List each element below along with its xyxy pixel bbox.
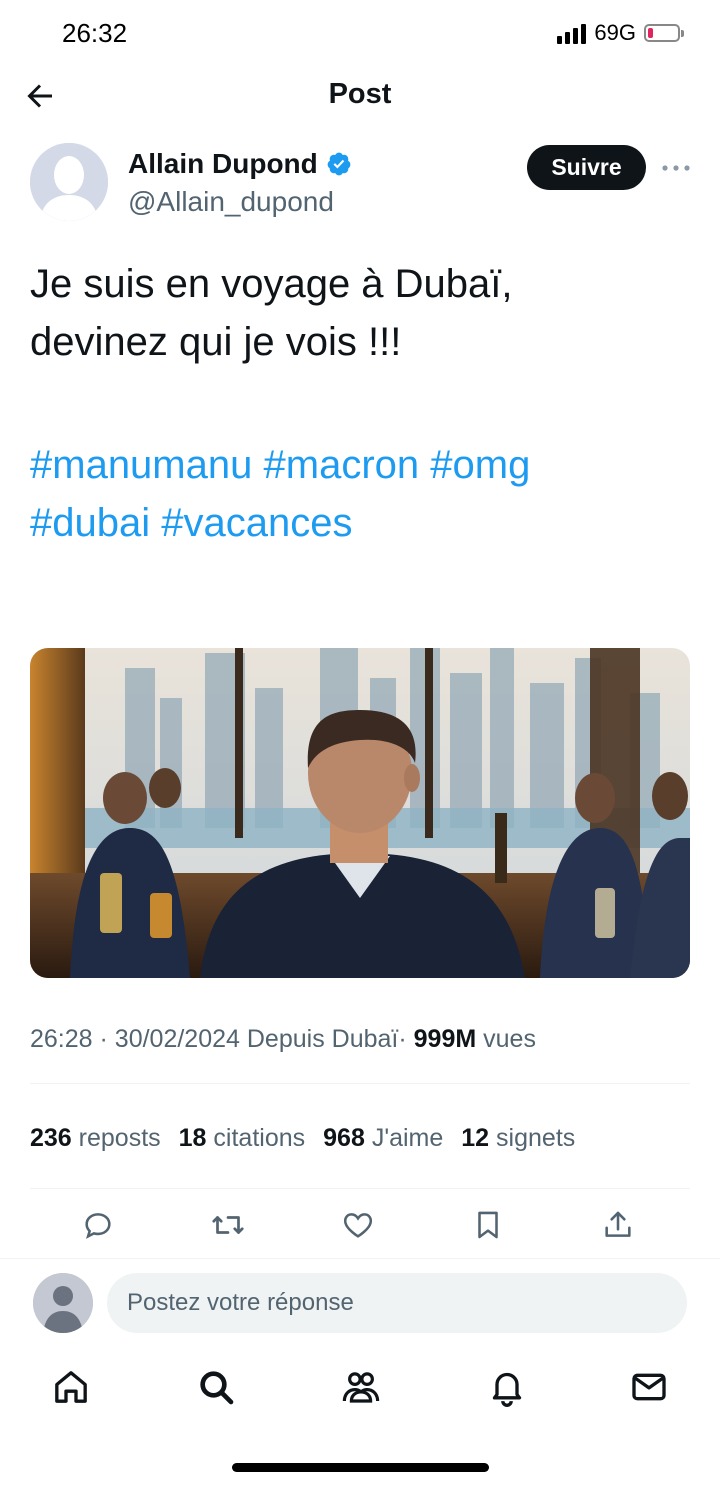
hashtag-link[interactable]: #dubai [30,501,150,545]
post-text-line: Je suis en voyage à Dubaï, [30,262,513,306]
hashtag-link[interactable]: #omg [430,443,530,487]
more-options-button[interactable] [660,158,692,178]
author-handle[interactable]: @Allain_dupond [128,186,334,218]
communities-icon [342,1372,380,1403]
divider [0,1258,720,1259]
post-location: Depuis Dubaï [246,1025,399,1053]
meta-separator: · [398,1025,407,1053]
divider [30,1188,690,1189]
stat-label: citations [213,1124,306,1152]
share-button[interactable] [598,1205,638,1245]
reply-input[interactable]: Postez votre réponse [107,1273,687,1333]
stat-count: 236 [30,1124,72,1152]
stat-label: signets [496,1124,576,1152]
page-title: Post [328,78,392,110]
post-image[interactable] [30,648,690,978]
network-label: 69G [594,20,636,45]
nav-notifications[interactable] [485,1365,529,1409]
home-icon [55,1371,87,1403]
bookmark-button[interactable] [468,1205,508,1245]
stat-quotes[interactable]: 18 citations [179,1124,305,1153]
bookmark-icon [478,1211,498,1239]
signal-icon [557,22,587,44]
reply-icon [85,1213,111,1239]
post-date: 30/02/2024 [114,1025,240,1053]
search-icon [200,1371,234,1405]
stat-likes[interactable]: 968 J'aime [323,1124,443,1153]
hashtag-line: #manumanu #macron #omg [30,436,690,494]
battery-icon [644,24,684,42]
post-text: Je suis en voyage à Dubaï, devinez qui j… [30,255,690,371]
follow-button[interactable]: Suivre [527,145,646,190]
hashtag-link[interactable]: #vacances [161,501,352,545]
views-count: 999M [413,1025,477,1053]
post-hashtags: #manumanu #macron #omg #dubai #vacances [30,436,690,552]
share-icon [605,1211,631,1237]
back-button[interactable] [22,78,58,114]
hashtag-link[interactable]: #manumanu [30,443,252,487]
author-avatar[interactable] [30,143,108,221]
stat-count: 12 [461,1124,490,1152]
current-user-avatar[interactable] [33,1273,93,1333]
like-button[interactable] [338,1205,378,1245]
stat-label: J'aime [371,1124,444,1152]
nav-search[interactable] [194,1365,238,1409]
default-avatar-icon [30,143,108,221]
views-label: vues [483,1025,536,1053]
repost-button[interactable] [208,1205,248,1245]
post-meta: 26:28 · 30/02/2024 Depuis Dubaï· 999M vu… [30,1025,536,1054]
post-text-line: devinez qui je vois !!! [30,320,402,364]
author-name-row[interactable]: Allain Dupond [128,148,352,180]
nav-communities[interactable] [339,1365,383,1409]
status-time: 26:32 [62,18,128,48]
verified-badge-icon [327,152,351,176]
repost-icon [212,1216,244,1234]
stat-label: reposts [78,1124,161,1152]
arrow-left-icon [27,84,52,108]
nav-messages[interactable] [627,1365,671,1409]
heart-icon [343,1213,373,1238]
divider [30,1083,690,1084]
post-image-illustration [30,648,690,978]
default-avatar-icon [33,1273,93,1333]
bell-icon [492,1372,522,1407]
meta-separator: · [99,1025,108,1053]
stat-bookmarks[interactable]: 12 signets [461,1124,575,1153]
reply-button[interactable] [78,1205,118,1245]
status-indicators: 69G [557,20,684,46]
hashtag-line: #dubai #vacances [30,494,690,552]
stat-count: 18 [178,1124,207,1152]
nav-home[interactable] [49,1365,93,1409]
post-time: 26:28 [30,1025,93,1053]
stat-reposts[interactable]: 236 reposts [30,1124,161,1153]
hashtag-link[interactable]: #macron [264,443,420,487]
envelope-icon [632,1373,666,1401]
engagement-stats: 236 reposts 18 citations 968 J'aime 12 s… [30,1124,575,1153]
author-name[interactable]: Allain Dupond [128,148,318,180]
stat-count: 968 [323,1124,365,1152]
home-indicator[interactable] [232,1463,489,1472]
more-horizontal-icon [662,165,690,171]
